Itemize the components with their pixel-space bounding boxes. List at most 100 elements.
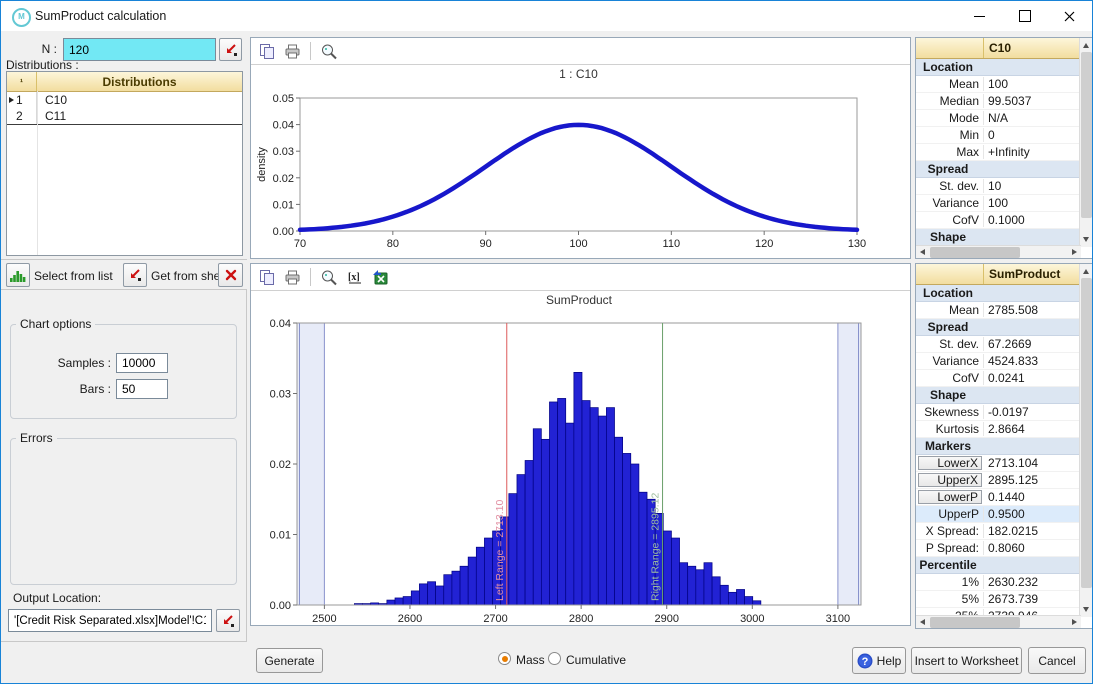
close-button[interactable] [1047, 1, 1092, 31]
stats-row: Min0 [916, 127, 1081, 144]
title-bar: M SumProduct calculation [1, 1, 1092, 31]
grid-col1-header[interactable]: ¹ [7, 72, 37, 91]
stats-row[interactable]: LowerP0.1440 [916, 489, 1081, 506]
zoom-icon[interactable] [320, 269, 338, 286]
insert-to-worksheet-button[interactable]: Insert to Worksheet [911, 647, 1022, 674]
toolbar-separator [310, 42, 311, 60]
n-label: N : [1, 42, 57, 56]
distributions-grid-header: ¹ Distributions [7, 72, 242, 92]
density-chart-toolbar [251, 38, 910, 65]
stats-row: 1%2630.232 [916, 574, 1081, 591]
minimize-button[interactable] [957, 1, 1002, 31]
print-icon[interactable] [284, 43, 301, 59]
histogram-bar [753, 601, 761, 605]
histogram-bar [395, 598, 403, 605]
mass-radio-label[interactable]: Mass [516, 653, 545, 667]
output-get-from-sheet-button[interactable] [216, 609, 240, 632]
svg-text:0.00: 0.00 [270, 600, 291, 612]
histogram-bar [712, 577, 720, 605]
stats-row: Kurtosis2.8664 [916, 421, 1081, 438]
histogram-bar [444, 575, 452, 605]
right-range-band[interactable] [838, 323, 861, 605]
n-get-from-sheet-button[interactable] [219, 38, 242, 61]
stats-row[interactable]: LowerX2713.104 [916, 455, 1081, 472]
print-icon[interactable] [284, 269, 301, 285]
help-label: Help [877, 654, 902, 668]
c10-stats-vscrollbar[interactable] [1079, 38, 1092, 247]
left-options-panel: Chart options Samples : Bars : Errors Ou… [1, 290, 247, 642]
histogram-bar [606, 408, 614, 605]
svg-text:0.01: 0.01 [273, 199, 294, 211]
histogram-bar [517, 475, 525, 605]
sumproduct-stats-header: SumProduct [916, 264, 1092, 285]
cumulative-radio-label[interactable]: Cumulative [566, 653, 626, 667]
get-from-sheet-button[interactable] [123, 263, 147, 287]
c10-stats-title: C10 [984, 38, 1092, 58]
export-excel-icon[interactable] [372, 269, 389, 285]
histogram-bar [704, 563, 712, 605]
bars-label: Bars : [1, 382, 111, 396]
stats-section-row: Spread [916, 319, 1081, 336]
stats-row: CofV0.1000 [916, 212, 1081, 229]
histogram-bar [509, 494, 517, 605]
distribution-row[interactable]: 2C11 [7, 108, 242, 125]
output-location-label: Output Location: [13, 591, 101, 605]
stats-section-row: Percentile [916, 557, 1081, 574]
remove-distribution-button[interactable] [218, 263, 243, 287]
select-from-list-label[interactable]: Select from list [34, 269, 113, 283]
histogram-bar [582, 401, 590, 605]
values-icon[interactable]: [x] [347, 269, 363, 285]
c10-stats-header: C10 [916, 38, 1092, 59]
distribution-row[interactable]: 1C10 [7, 92, 242, 108]
bars-input[interactable] [116, 379, 168, 399]
get-from-sheet-icon [127, 267, 143, 283]
stats-section-row: Spread [916, 161, 1081, 178]
grid-col2-header[interactable]: Distributions [37, 72, 242, 91]
generate-button[interactable]: Generate [256, 648, 323, 673]
histogram-bar [403, 597, 411, 605]
right-range-marker-label: Right Range = 2895.12 [650, 493, 662, 601]
histogram-bar [436, 586, 444, 605]
copy-icon[interactable] [259, 43, 275, 59]
sumproduct-stats-vscrollbar[interactable] [1079, 264, 1092, 617]
sumproduct-stats-hscrollbar[interactable] [916, 615, 1081, 628]
cancel-button[interactable]: Cancel [1028, 647, 1086, 674]
histogram-bar [476, 547, 484, 605]
c10-stats-hscrollbar[interactable] [916, 245, 1081, 258]
stats-row: Mean100 [916, 76, 1081, 93]
svg-text:2900: 2900 [654, 613, 678, 625]
help-button[interactable]: ? Help [852, 647, 906, 674]
histogram-bar [680, 563, 688, 605]
svg-text:0.04: 0.04 [270, 318, 291, 330]
app-logo-icon: M [12, 8, 31, 27]
output-location-input[interactable] [8, 609, 212, 632]
histogram-bar [419, 584, 427, 605]
histogram-bar [428, 582, 436, 605]
stats-section-row: Location [916, 285, 1081, 302]
svg-text:[x]: [x] [348, 272, 360, 283]
cumulative-radio[interactable] [548, 652, 561, 665]
stats-section-row: Shape [916, 229, 1081, 246]
n-input[interactable] [63, 38, 216, 61]
histogram-bar [623, 453, 631, 605]
histogram-chart[interactable]: SumProduct0.000.010.020.030.042500260027… [251, 291, 910, 626]
svg-text:0.03: 0.03 [270, 389, 291, 401]
close-icon [1064, 11, 1075, 22]
select-from-list-button[interactable] [6, 263, 30, 287]
density-curve [300, 125, 857, 230]
histogram-bar [639, 492, 647, 605]
left-range-band[interactable] [297, 323, 324, 605]
mass-radio[interactable] [498, 652, 511, 665]
histogram-chart-toolbar: [x] [251, 264, 910, 291]
histogram-chart-title: SumProduct [546, 293, 613, 307]
maximize-button[interactable] [1002, 1, 1047, 31]
stats-section-row: Markers [916, 438, 1081, 455]
density-chart[interactable]: 1 : C100.000.010.020.030.040.05708090100… [251, 65, 910, 259]
zoom-icon[interactable] [320, 43, 338, 60]
stats-row[interactable]: UpperX2895.125 [916, 472, 1081, 489]
histogram-bar [387, 600, 395, 605]
copy-icon[interactable] [259, 269, 275, 285]
histogram-bar [541, 439, 549, 605]
histogram-bar [460, 566, 468, 605]
samples-input[interactable] [116, 353, 168, 373]
